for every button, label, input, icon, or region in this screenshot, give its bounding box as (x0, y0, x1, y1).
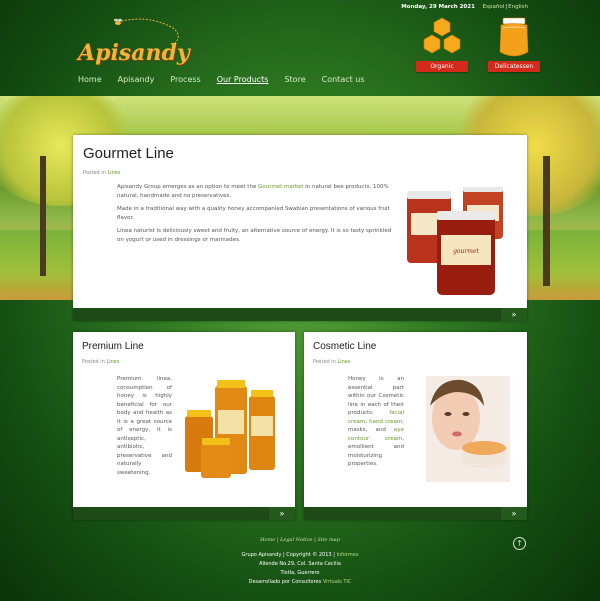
cosmetic-posted-in: Posted in Lines (313, 359, 350, 365)
banner-trunk-right (543, 156, 550, 286)
posted-category-link[interactable]: Lines (107, 170, 120, 176)
organic-badge[interactable]: Organic (414, 16, 470, 74)
premium-line-title[interactable]: Premium Line (82, 341, 144, 352)
cosmetic-model-image (426, 376, 510, 482)
gourmet-p1-text-a: Apisandy Group emerges as an option to m… (117, 184, 259, 190)
nav-home[interactable]: Home (78, 75, 102, 84)
lang-separator: | (505, 4, 508, 10)
premium-read-more-button[interactable]: » (269, 507, 295, 520)
nav-apisandy[interactable]: Apisandy (118, 75, 155, 84)
nav-process[interactable]: Process (170, 75, 200, 84)
delicatessen-badge[interactable]: Delicatessen (486, 16, 542, 74)
premium-posted-in: Posted in Lines (82, 359, 119, 365)
nav-contact-us[interactable]: Contact us (322, 75, 365, 84)
logo-text: Apisandy (78, 40, 190, 66)
copyright-text: Grupo Apisandy | Copyright © 2013 | (241, 552, 337, 558)
gourmet-market-link[interactable]: Gourmet market (258, 184, 303, 190)
gourmet-posted-in: Posted in Lines (83, 170, 120, 176)
posted-prefix: Posted in (83, 170, 106, 176)
footer-sep-2: | (314, 537, 316, 543)
gourmet-paragraph-1: Apisandy Group emerges as an option to m… (117, 183, 397, 200)
virtuals-tic-link[interactable]: Virtuals TIC (323, 579, 352, 585)
posted-category-link[interactable]: Lines (106, 359, 119, 365)
current-date: Monday, 29 March 2021 (401, 4, 475, 10)
organic-ribbon: Organic (416, 61, 468, 72)
lang-es-link[interactable]: Español (483, 4, 505, 10)
footer-developer: Desarrollado por Consultores Virtuals TI… (0, 578, 600, 587)
honeycomb-icon (423, 17, 461, 54)
main-nav: Home Apisandy Process Our Products Store… (78, 75, 381, 84)
premium-jars-image (185, 380, 275, 478)
footer-city: Tixtla, Guerrero (280, 570, 320, 576)
svg-text:gourmet: gourmet (453, 248, 479, 255)
premium-line-card: Premium Line Posted in Lines Premium lin… (73, 332, 295, 520)
cosmetic-footer-bar: » (304, 507, 527, 520)
nav-store[interactable]: Store (284, 75, 305, 84)
cosmetic-read-more-button[interactable]: » (501, 507, 527, 520)
posted-category-link[interactable]: Lines (337, 359, 350, 365)
footer-home-link[interactable]: Home (260, 537, 275, 543)
delicatessen-ribbon: Delicatessen (488, 61, 540, 72)
premium-footer-bar: » (73, 507, 295, 520)
gourmet-paragraph-2: Made in a traditional way with a quality… (117, 206, 390, 221)
footer-sitemap-link[interactable]: Site map (317, 537, 340, 543)
footer-copyright: Grupo Apisandy | Copyright © 2013 | Info… (0, 551, 600, 560)
informes-link[interactable]: Informes (336, 552, 358, 558)
gourmet-footer-bar: » (73, 308, 527, 321)
footer-info: Grupo Apisandy | Copyright © 2013 | Info… (0, 551, 600, 587)
cosmetic-body: Honey is an essential part within our Co… (348, 375, 404, 469)
gourmet-line-title[interactable]: Gourmet Line (83, 145, 174, 162)
cosmetic-line-card: Cosmetic Line Posted in Lines Honey is a… (304, 332, 527, 520)
posted-prefix: Posted in (313, 359, 336, 365)
back-to-top-button[interactable]: ↑ (513, 537, 526, 550)
footer-sep-1: | (276, 537, 279, 543)
gourmet-read-more-button[interactable]: » (501, 308, 527, 321)
premium-body: Premium linea, consumption of honey is h… (117, 376, 172, 476)
developer-text: Desarrollado por Consultores (248, 579, 323, 585)
gourmet-line-card: Gourmet Line Posted in Lines Apisandy Gr… (73, 135, 527, 321)
nav-our-products[interactable]: Our Products (217, 75, 269, 84)
hand-cream-link[interactable]: hand cream (369, 419, 402, 425)
honey-jar-icon (499, 17, 529, 57)
topbar: Monday, 29 March 2021 Español|English (401, 4, 528, 10)
gourmet-body: Apisandy Group emerges as an option to m… (117, 183, 397, 249)
footer-links: Home | Legal Notice | Site map (0, 537, 600, 543)
lang-en-link[interactable]: English (508, 4, 528, 10)
site-logo[interactable]: Apisandy (78, 14, 190, 70)
posted-prefix: Posted in (82, 359, 105, 365)
banner-trunk-left (40, 156, 46, 276)
cosmetic-line-title[interactable]: Cosmetic Line (313, 341, 376, 352)
footer-legal-link[interactable]: Legal Notice (280, 537, 312, 543)
gourmet-jars-image: gourmet (407, 187, 503, 295)
footer-address: Allende No.29, Col. Santa Cecilia (259, 561, 341, 567)
gourmet-paragraph-3: Linea naturist is deliciously sweet and … (117, 228, 392, 243)
